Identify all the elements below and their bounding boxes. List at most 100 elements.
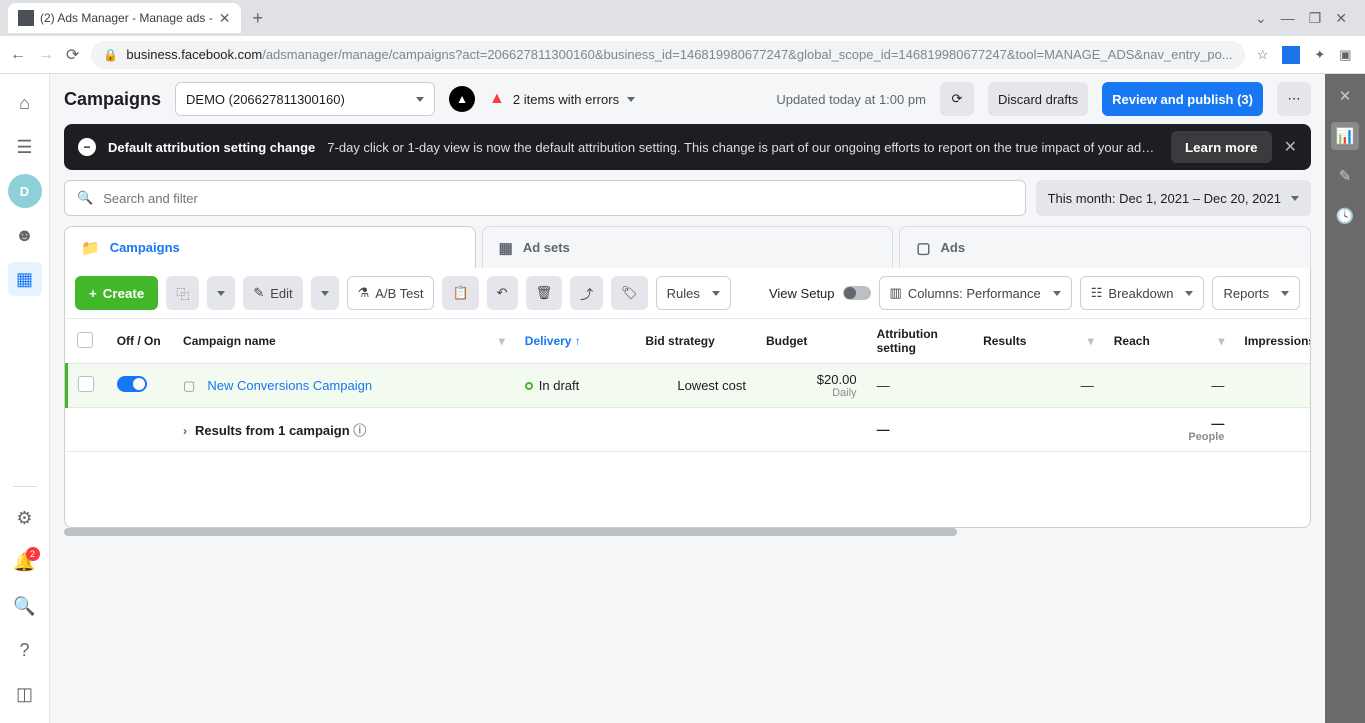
- col-attr[interactable]: Attribution setting: [867, 319, 974, 364]
- tab-favicon: [18, 10, 34, 26]
- duplicate-button[interactable]: ⿻: [166, 276, 199, 310]
- budget-value: $20.00: [766, 372, 857, 387]
- help-icon[interactable]: ?: [8, 633, 42, 667]
- create-button[interactable]: +Create: [75, 276, 158, 310]
- info-icon[interactable]: ⓘ: [353, 423, 366, 438]
- search-filter[interactable]: 🔍: [64, 180, 1026, 216]
- notif-count: 2: [26, 547, 40, 561]
- search-input[interactable]: [103, 191, 1012, 206]
- reports-button[interactable]: Reports: [1212, 276, 1300, 310]
- business-logo[interactable]: ▲: [449, 86, 475, 112]
- ab-test-button[interactable]: ⚗A/B Test: [347, 276, 435, 310]
- charts-icon[interactable]: 📊: [1331, 122, 1359, 150]
- campaign-name-link[interactable]: New Conversions Campaign: [207, 378, 372, 393]
- content-panel: +Create ⿻ ✎Edit ⚗A/B Test 📋 ↶ 🗑 ⤴ 🏷 Rule…: [64, 268, 1311, 528]
- campaigns-nav-icon[interactable]: ▦: [8, 262, 42, 296]
- more-menu-button[interactable]: ⋯: [1277, 82, 1311, 116]
- review-publish-button[interactable]: Review and publish (3): [1102, 82, 1263, 116]
- table-header-row: Off / On Campaign name ▾ Delivery ↑ Bid …: [67, 319, 1311, 364]
- new-tab-button[interactable]: +: [253, 8, 264, 29]
- tab-ads[interactable]: ▢Ads: [899, 226, 1311, 268]
- copy-button[interactable]: 📋: [442, 276, 478, 310]
- undo-button[interactable]: ↶: [487, 276, 518, 310]
- caret-down-icon: [627, 97, 635, 102]
- tab-campaigns[interactable]: 📁Campaigns: [64, 226, 476, 268]
- left-nav-rail: ⌂ ☰ D ☻ ▦ ⚙ 🔔2 🔍 ? ◫: [0, 74, 50, 723]
- breakdown-icon: ☷: [1091, 285, 1103, 301]
- reload-button[interactable]: ⟳: [66, 45, 79, 65]
- edit-button[interactable]: ✎Edit: [243, 276, 302, 310]
- search-icon[interactable]: 🔍: [8, 589, 42, 623]
- col-impressions[interactable]: Impressions: [1234, 319, 1310, 364]
- learn-more-button[interactable]: Learn more: [1171, 131, 1272, 163]
- caret-down-icon: [416, 97, 424, 102]
- columns-icon: ▥: [890, 285, 902, 301]
- forward-button[interactable]: →: [38, 46, 54, 64]
- caret-down-icon: [321, 291, 329, 296]
- account-selector[interactable]: DEMO (206627811300160): [175, 82, 435, 116]
- history-icon[interactable]: 🕓: [1331, 202, 1359, 230]
- close-panel-icon[interactable]: ✕: [1331, 82, 1359, 110]
- col-reach[interactable]: Reach ▾: [1104, 319, 1235, 364]
- close-window-icon[interactable]: ✕: [1335, 10, 1347, 27]
- notifications-icon[interactable]: 🔔2: [8, 545, 42, 579]
- discard-drafts-button[interactable]: Discard drafts: [988, 82, 1088, 116]
- browser-toolbar: ← → ⟳ 🔒 business.facebook.com/adsmanager…: [0, 36, 1365, 74]
- col-onoff[interactable]: Off / On: [107, 319, 173, 364]
- view-setup-toggle[interactable]: View Setup: [769, 286, 871, 301]
- delete-button[interactable]: 🗑: [526, 276, 563, 310]
- date-range-picker[interactable]: This month: Dec 1, 2021 – Dec 20, 2021: [1036, 180, 1311, 216]
- col-name[interactable]: Campaign name ▾: [173, 319, 515, 364]
- chevron-right-icon[interactable]: ›: [183, 424, 187, 438]
- col-budget[interactable]: Budget: [756, 319, 867, 364]
- row-checkbox[interactable]: [78, 376, 94, 392]
- bid-strategy: Lowest cost: [635, 364, 756, 408]
- extension-icon[interactable]: [1282, 46, 1300, 64]
- select-all-checkbox[interactable]: [77, 332, 93, 348]
- back-button[interactable]: ←: [10, 46, 26, 64]
- edit-dropdown[interactable]: [311, 276, 339, 310]
- duplicate-dropdown[interactable]: [207, 276, 235, 310]
- rules-button[interactable]: Rules: [656, 276, 731, 310]
- summary-reach-sub: People: [1114, 431, 1225, 443]
- settings-icon[interactable]: ⚙: [8, 501, 42, 535]
- dropdown-icon[interactable]: ⌄: [1255, 10, 1267, 27]
- devices-icon[interactable]: ▣: [1339, 47, 1351, 63]
- breakdown-button[interactable]: ☷Breakdown: [1080, 276, 1205, 310]
- address-bar[interactable]: 🔒 business.facebook.com/adsmanager/manag…: [91, 41, 1244, 69]
- col-bid[interactable]: Bid strategy: [635, 319, 756, 364]
- table-row[interactable]: ▢New Conversions Campaign In draft Lowes…: [67, 364, 1311, 408]
- tab-adsets[interactable]: ▦Ad sets: [482, 226, 894, 268]
- draft-icon: ▢: [183, 378, 195, 393]
- star-icon[interactable]: ☆: [1257, 47, 1269, 63]
- tag-button[interactable]: 🏷: [611, 276, 648, 310]
- menu-icon[interactable]: ☰: [8, 130, 42, 164]
- columns-button[interactable]: ▥Columns: Performance: [879, 276, 1072, 310]
- search-icon: 🔍: [77, 190, 93, 206]
- account-avatar[interactable]: D: [8, 174, 42, 208]
- maximize-icon[interactable]: ❐: [1309, 10, 1322, 27]
- sort-icon: ▾: [1088, 334, 1094, 348]
- attr-value: —: [867, 364, 974, 408]
- col-results[interactable]: Results ▾: [973, 319, 1104, 364]
- errors-indicator[interactable]: ▲ 2 items with errors: [489, 90, 635, 108]
- col-delivery[interactable]: Delivery ↑: [515, 319, 636, 364]
- summary-attr: —: [867, 408, 974, 452]
- edit-panel-icon[interactable]: ✎: [1331, 162, 1359, 190]
- browser-tab[interactable]: (2) Ads Manager - Manage ads - ✕: [8, 3, 241, 33]
- minus-circle-icon: −: [78, 138, 96, 156]
- extensions-icon[interactable]: ✦: [1314, 47, 1325, 63]
- export-button[interactable]: ⤴: [570, 276, 603, 310]
- overview-icon[interactable]: ☻: [8, 218, 42, 252]
- refresh-button[interactable]: ⟳: [940, 82, 974, 116]
- banner-close-icon[interactable]: ✕: [1284, 137, 1297, 157]
- minimize-icon[interactable]: —: [1281, 10, 1295, 27]
- home-icon[interactable]: ⌂: [8, 86, 42, 120]
- sort-icon: ▾: [1218, 334, 1224, 348]
- collapse-icon[interactable]: ◫: [8, 677, 42, 711]
- table-scroll[interactable]: Off / On Campaign name ▾ Delivery ↑ Bid …: [65, 318, 1310, 452]
- ad-icon: ▢: [916, 239, 930, 257]
- tab-close-icon[interactable]: ✕: [219, 10, 231, 27]
- horizontal-scrollbar[interactable]: [64, 528, 957, 536]
- status-toggle[interactable]: [117, 376, 147, 392]
